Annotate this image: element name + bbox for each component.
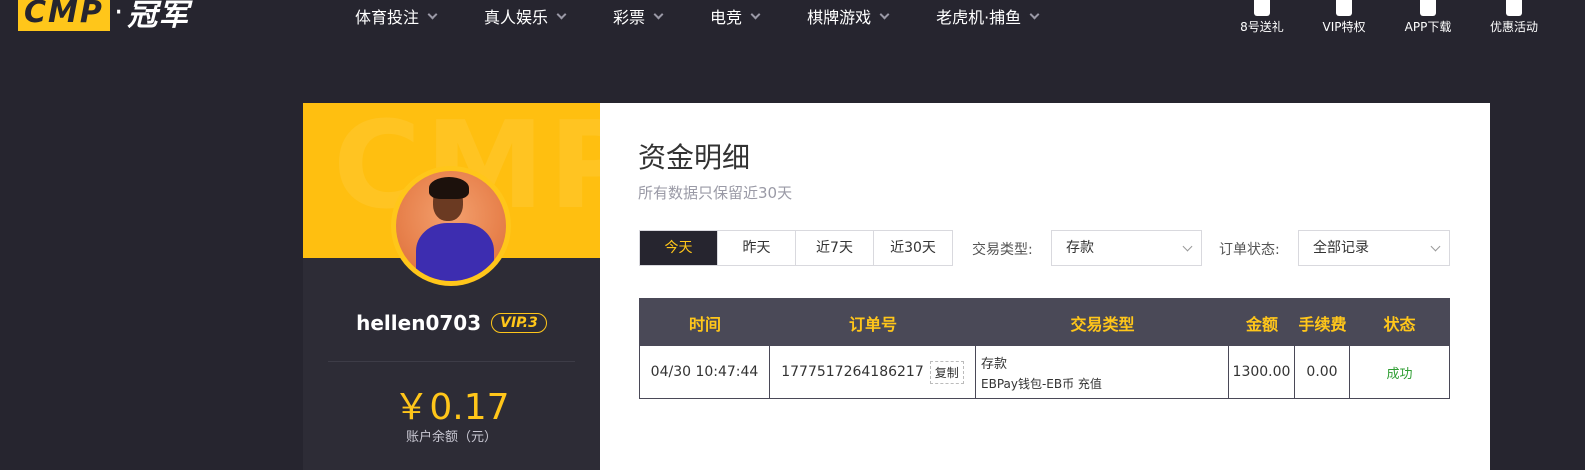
avatar[interactable]	[396, 171, 506, 281]
nav-item-live-casino[interactable]: 真人娱乐	[484, 4, 567, 28]
table-header: 时间 订单号 交易类型 金额 手续费 状态	[640, 299, 1449, 346]
top-navigation-bar: CMP · 冠军 体育投注 真人娱乐 彩票 电竞 棋牌游戏 老虎机·捕鱼 8号送…	[0, 0, 1585, 50]
column-header-time: 时间	[688, 314, 721, 334]
chevron-down-icon	[427, 9, 438, 19]
cell-type: 存款 EBPay钱包-EB币 充值	[976, 346, 1229, 398]
avatar-ring	[391, 166, 511, 286]
quick-link-vip[interactable]: VIP特权	[1309, 0, 1379, 35]
username: hellen0703	[356, 311, 482, 335]
vip-badge[interactable]: VIP.3	[491, 313, 547, 333]
page-title: 资金明细	[638, 141, 751, 174]
chevron-down-icon	[1182, 241, 1193, 252]
quick-link-promotions[interactable]: 优惠活动	[1479, 0, 1549, 35]
nav-item-label: 体育投注	[355, 8, 420, 27]
quick-link-app[interactable]: APP下载	[1393, 0, 1463, 35]
promotions-icon	[1506, 0, 1522, 16]
quick-link-label: 优惠活动	[1489, 20, 1538, 34]
order-number: 1777517264186217	[781, 364, 924, 380]
nav-item-label: 棋牌游戏	[807, 8, 872, 27]
status-badge: 成功	[1386, 366, 1413, 382]
cell-amount: 1300.00	[1229, 346, 1295, 398]
tab-last-7-days[interactable]: 近7天	[796, 231, 874, 265]
chevron-down-icon	[556, 9, 567, 19]
column-header-type: 交易类型	[1070, 314, 1135, 334]
gift-icon	[1254, 0, 1270, 16]
chevron-down-icon	[653, 9, 664, 19]
column-header-amount: 金额	[1245, 314, 1278, 334]
mobile-icon	[1420, 0, 1436, 16]
profile-divider	[328, 361, 575, 362]
avatar-body	[416, 223, 494, 281]
nav-item-card-games[interactable]: 棋牌游戏	[807, 4, 890, 28]
account-balance-label: 账户余额（元）	[405, 430, 497, 445]
account-balance: ￥0.17	[393, 387, 510, 428]
page-subtitle: 所有数据只保留近30天	[638, 184, 793, 202]
quick-link-label: VIP特权	[1322, 20, 1366, 34]
date-range-tabs: 今天 昨天 近7天 近30天	[639, 230, 953, 266]
transaction-channel: EBPay钱包-EB币 充值	[981, 376, 1102, 391]
transaction-type: 存款	[981, 356, 1008, 372]
site-logo[interactable]: CMP · 冠军	[18, 0, 190, 33]
column-header-status: 状态	[1383, 314, 1416, 334]
cell-fee: 0.00	[1295, 346, 1350, 398]
cell-order-no: 1777517264186217 复制	[770, 346, 976, 398]
column-header-order-no: 订单号	[848, 314, 897, 334]
nav-item-slots-fishing[interactable]: 老虎机·捕鱼	[936, 4, 1040, 28]
copy-button[interactable]: 复制	[929, 360, 964, 384]
profile-card: CMP hellen0703 VIP.3 ￥0.17 账户余额（元）	[303, 103, 600, 470]
order-status-select[interactable]: 全部记录	[1298, 230, 1450, 266]
cell-status: 成功	[1350, 346, 1449, 398]
tab-today[interactable]: 今天	[640, 231, 718, 265]
transaction-type-select[interactable]: 存款	[1051, 230, 1202, 266]
avatar-hair	[429, 177, 469, 199]
nav-item-label: 彩票	[613, 8, 646, 27]
nav-item-sports[interactable]: 体育投注	[355, 4, 438, 28]
logo-dot: ·	[113, 0, 124, 30]
fund-details-panel: 资金明细 所有数据只保留近30天 今天 昨天 近7天 近30天 交易类型: 存款…	[600, 103, 1490, 470]
nav-item-label: 老虎机·捕鱼	[936, 8, 1022, 27]
chevron-down-icon	[1029, 9, 1040, 19]
chevron-down-icon	[750, 9, 761, 19]
table-row: 04/30 10:47:44 1777517264186217 复制 存款 EB…	[640, 346, 1449, 398]
main-nav: 体育投注 真人娱乐 彩票 电竞 棋牌游戏 老虎机·捕鱼	[355, 4, 1086, 28]
nav-item-label: 真人娱乐	[484, 8, 549, 27]
nav-item-lottery[interactable]: 彩票	[613, 4, 664, 28]
transaction-type-label: 交易类型:	[972, 242, 1033, 258]
quick-link-label: 8号送礼	[1240, 20, 1284, 34]
username-row: hellen0703 VIP.3	[303, 311, 600, 335]
logo-text: 冠军	[127, 0, 190, 33]
transaction-type-value: 存款	[1066, 240, 1094, 256]
transactions-table: 时间 订单号 交易类型 金额 手续费 状态 04/30 10:47:44 177…	[639, 298, 1450, 399]
cell-time: 04/30 10:47:44	[640, 346, 770, 398]
vip-crown-icon	[1336, 0, 1352, 16]
logo-badge: CMP	[18, 0, 110, 31]
quick-link-label: APP下载	[1404, 20, 1452, 34]
tab-yesterday[interactable]: 昨天	[718, 231, 796, 265]
order-status-value: 全部记录	[1313, 240, 1369, 256]
nav-item-esports[interactable]: 电竞	[710, 4, 761, 28]
column-header-fee: 手续费	[1298, 314, 1347, 334]
order-status-label: 订单状态:	[1219, 242, 1280, 258]
nav-item-label: 电竞	[710, 8, 743, 27]
tab-last-30-days[interactable]: 近30天	[874, 231, 952, 265]
chevron-down-icon	[879, 9, 890, 19]
quick-link-gift[interactable]: 8号送礼	[1227, 0, 1297, 35]
chevron-down-icon	[1430, 241, 1441, 252]
